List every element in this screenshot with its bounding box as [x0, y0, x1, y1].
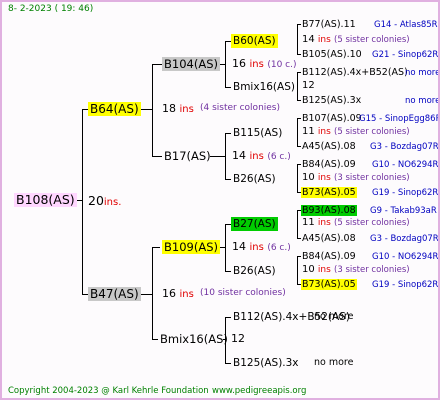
g4-origin: G10 - NO6294R: [372, 252, 439, 262]
b104-count: 16 ins (10 c.): [232, 57, 297, 70]
b60-count: 14 ins (5 sister colonies): [302, 34, 410, 45]
connector: [297, 256, 301, 257]
b115-count: 11 ins (5 sister colonies): [302, 126, 410, 137]
colony-b109[interactable]: B109(AS): [162, 240, 220, 254]
connector: [297, 210, 298, 238]
b27-count: 11 ins (5 sister colonies): [302, 217, 410, 228]
g4-name: A45(AS).08: [302, 233, 356, 244]
connector: [297, 100, 301, 101]
g4-name: B84(AS).09: [302, 159, 356, 170]
pedigree-frame: 8- 2-2023 ( 19: 46) B108(AS) 20ins. B64(…: [0, 0, 440, 400]
g4-origin: G19 - Sinop62R: [372, 188, 439, 198]
connector: [140, 294, 153, 295]
g4-origin: G3 - Bozdag07R: [370, 142, 439, 152]
b109-count: 14 ins (6 c.): [232, 240, 291, 253]
connector: [297, 238, 301, 239]
colony-b26a[interactable]: B26(AS): [231, 172, 278, 186]
connector: [152, 64, 153, 156]
colony-b17[interactable]: B17(AS): [162, 149, 213, 163]
g4-name: B73(AS).05: [301, 279, 357, 290]
g4-origin: G14 - Atlas85R: [374, 20, 438, 30]
connector: [82, 109, 83, 294]
footer-copyright: Copyright 2004-2023 @ Karl Kehrle Founda…: [8, 386, 209, 396]
connector: [297, 24, 298, 54]
b64-count: 18 ins: [162, 102, 194, 115]
colony-b60[interactable]: B60(AS): [231, 34, 278, 48]
b47-count: 16 ins: [162, 287, 194, 300]
colony-bmix16[interactable]: Bmix16(AS): [158, 332, 230, 346]
g4-name: B125(AS).3x: [302, 95, 362, 106]
colony-b125[interactable]: B125(AS).3x: [231, 356, 301, 370]
connector: [297, 72, 298, 100]
colony-bmix16-g3[interactable]: Bmix16(AS): [231, 80, 297, 94]
b112-extra: no more: [314, 311, 354, 322]
b26b-count: 10 ins (3 sister colonies): [302, 264, 410, 275]
b26a-count: 10 ins (3 sister colonies): [302, 172, 410, 183]
b47-sisters: (10 sister colonies): [200, 288, 286, 298]
colony-b47[interactable]: B47(AS): [88, 287, 141, 301]
connector: [297, 72, 301, 73]
date-header: 8- 2-2023 ( 19: 46): [8, 4, 94, 14]
connector: [297, 256, 298, 284]
g4-name: B112(AS).4x+B52(AS): [302, 67, 408, 78]
g4-name: B107(AS).09: [302, 113, 362, 124]
root-colony[interactable]: B108(AS): [14, 193, 77, 207]
b17-count: 14 ins (6 c.): [232, 149, 291, 162]
connector: [297, 164, 301, 165]
colony-b64[interactable]: B64(AS): [88, 102, 141, 116]
g4-origin: no more: [405, 96, 440, 106]
g4-origin: G10 - NO6294R: [372, 160, 439, 170]
connector: [297, 24, 301, 25]
g4-origin: G21 - Sinop62R: [372, 50, 439, 60]
connector: [152, 247, 153, 339]
b125-extra: no more: [314, 357, 354, 368]
g4-name: B84(AS).09: [302, 251, 356, 262]
g4-name: A45(AS).08: [302, 141, 356, 152]
connector: [297, 146, 301, 147]
connector: [152, 247, 160, 248]
g4-origin: G15 - SinopEgg86R: [359, 114, 440, 124]
b64-sisters: (4 sister colonies): [200, 103, 281, 113]
g4-origin: G9 - Takab93aR: [370, 206, 437, 216]
connector: [152, 156, 162, 157]
bmix16-count: 12: [231, 332, 245, 345]
g4-name: B77(AS).11: [302, 19, 356, 30]
connector: [140, 109, 153, 110]
g4-origin: G3 - Bozdag07R: [370, 234, 439, 244]
g4-name: B93(AS).08: [301, 205, 357, 216]
connector: [297, 118, 301, 119]
colony-b26b[interactable]: B26(AS): [231, 264, 278, 278]
g4-name: B73(AS).05: [301, 187, 357, 198]
bmix16-g3-count: 12: [302, 80, 315, 91]
connector: [297, 54, 301, 55]
footer-site[interactable]: www.pedigreeapis.org: [212, 386, 306, 396]
g4-name: B105(AS).10: [302, 49, 362, 60]
g4-origin: G19 - Sinop62R: [372, 280, 439, 290]
colony-b104[interactable]: B104(AS): [162, 57, 220, 71]
connector: [297, 164, 298, 192]
g4-origin: no more: [405, 68, 440, 78]
connector: [297, 118, 298, 146]
connector: [152, 64, 162, 65]
colony-b27[interactable]: B27(AS): [231, 217, 278, 231]
colony-b115[interactable]: B115(AS): [231, 126, 284, 140]
root-count: 20ins.: [88, 193, 122, 208]
